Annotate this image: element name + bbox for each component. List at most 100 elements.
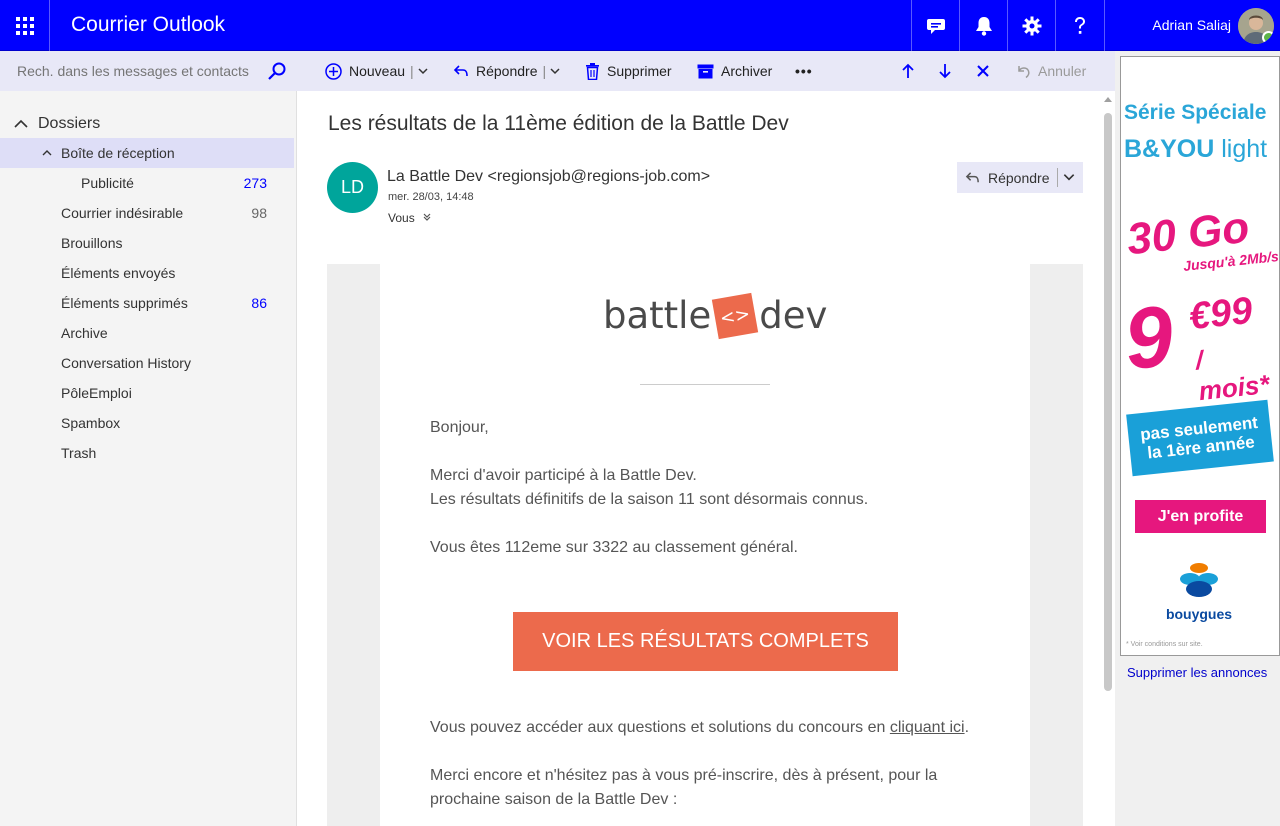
- advertisement[interactable]: Série Spéciale B&YOU light 30 Go Jusqu'à…: [1120, 56, 1280, 656]
- question-mark-icon: [1074, 16, 1085, 34]
- message-reply-button[interactable]: Répondre: [957, 162, 1083, 193]
- divider: [640, 384, 770, 385]
- folder-label: PôleEmploi: [61, 385, 132, 401]
- search-button[interactable]: [267, 61, 287, 86]
- email-body-frame: battle <> dev Bonjour, Merci d'avoir par…: [327, 264, 1083, 826]
- recipients[interactable]: Vous: [388, 211, 432, 225]
- feedback-button[interactable]: [911, 0, 959, 51]
- solutions-link[interactable]: cliquant ici: [890, 719, 965, 736]
- scroll-up-icon[interactable]: [1104, 97, 1112, 102]
- account-menu[interactable]: Adrian Saliaj: [1104, 0, 1280, 51]
- undo-button[interactable]: Annuler: [1016, 51, 1086, 91]
- access-paragraph: Vous pouvez accéder aux questions et sol…: [430, 719, 970, 736]
- unread-count: 273: [243, 175, 267, 191]
- remove-ads-link[interactable]: Supprimer les annonces: [1127, 665, 1267, 680]
- folder-inbox[interactable]: Boîte de réception: [0, 138, 294, 168]
- folder-pane: Dossiers Boîte de réception Publicité 27…: [0, 91, 297, 826]
- chevron-up-icon: [14, 119, 28, 128]
- reading-pane: Les résultats de la 11ème édition de la …: [297, 91, 1115, 826]
- chevron-up-icon[interactable]: [42, 149, 52, 157]
- help-button[interactable]: [1055, 0, 1103, 51]
- trash-icon: [586, 62, 599, 80]
- previous-message-button[interactable]: [901, 51, 915, 91]
- folder-label: Spambox: [61, 415, 121, 431]
- close-message-button[interactable]: [976, 51, 990, 91]
- search-input[interactable]: [17, 63, 267, 79]
- close-icon: [977, 65, 989, 77]
- folder-label: Éléments envoyés: [61, 265, 176, 281]
- presence-online-icon: [1262, 31, 1274, 44]
- more-actions-button[interactable]: •••: [795, 51, 813, 91]
- folder-publicite[interactable]: Publicité 273: [0, 168, 294, 198]
- folder-label: Trash: [61, 445, 97, 461]
- ad-column: Série Spéciale B&YOU light 30 Go Jusqu'à…: [1115, 51, 1280, 826]
- reply-arrow-icon: [453, 65, 468, 77]
- bouygues-logo-icon: [1180, 563, 1218, 597]
- undo-icon: [1018, 65, 1030, 78]
- folder-sent[interactable]: Éléments envoyés: [0, 258, 294, 288]
- preinscribe-line-2: prochaine saison de la Battle Dev :: [430, 791, 678, 808]
- archive-box-icon: [697, 64, 714, 78]
- ad-cta-button[interactable]: J'en profite: [1135, 500, 1266, 533]
- search-icon: [268, 62, 286, 80]
- folder-label: Courrier indésirable: [61, 205, 184, 221]
- reply-label: Répondre: [988, 169, 1050, 186]
- chevron-down-icon[interactable]: [1062, 170, 1076, 184]
- scrollbar-thumb[interactable]: [1104, 113, 1112, 691]
- body-line-1: Merci d'avoir participé à la Battle Dev.: [430, 467, 697, 484]
- ad-price-unit: / mois*: [1193, 344, 1271, 407]
- folders-header[interactable]: Dossiers: [14, 115, 100, 133]
- chat-bubble-icon: [926, 18, 945, 34]
- chevron-down-icon[interactable]: [417, 65, 429, 77]
- ad-price-cents: €99: [1186, 289, 1255, 339]
- folder-poleemploi[interactable]: PôleEmploi: [0, 378, 294, 408]
- logo-text-left: battle: [603, 294, 712, 337]
- reply-arrow-icon: [965, 172, 979, 183]
- folder-conversation-history[interactable]: Conversation History: [0, 348, 294, 378]
- unread-count: 98: [251, 205, 267, 221]
- logo-mark: <>: [712, 292, 759, 339]
- ad-price-main: 9: [1120, 287, 1178, 389]
- command-bar: Nouveau | Répondre | Supprimer A: [0, 51, 1115, 91]
- folder-junk[interactable]: Courrier indésirable 98: [0, 198, 294, 228]
- avatar[interactable]: [1238, 8, 1274, 44]
- undo-label: Annuler: [1038, 63, 1087, 79]
- folder-label: Publicité: [81, 175, 134, 191]
- user-name[interactable]: Adrian Saliaj: [1152, 17, 1231, 33]
- settings-button[interactable]: [1007, 0, 1055, 51]
- ad-fine-print: * Voir conditions sur site.: [1126, 641, 1203, 648]
- next-message-button[interactable]: [938, 51, 952, 91]
- app-launcher-button[interactable]: [0, 0, 50, 51]
- view-results-button[interactable]: VOIR LES RÉSULTATS COMPLETS: [513, 612, 898, 671]
- new-message-button[interactable]: Nouveau |: [325, 51, 429, 91]
- email-body: battle <> dev Bonjour, Merci d'avoir par…: [380, 264, 1030, 826]
- folder-deleted[interactable]: Éléments supprimés 86: [0, 288, 294, 318]
- bouygues-logo: bouygues: [1159, 561, 1239, 622]
- gear-icon: [1022, 16, 1041, 35]
- folder-label: Boîte de réception: [61, 145, 175, 161]
- new-label: Nouveau: [349, 63, 406, 79]
- folder-label: Brouillons: [61, 235, 123, 251]
- delete-button[interactable]: Supprimer: [585, 51, 672, 91]
- ranking-line: Vous êtes 112eme sur 3322 au classement …: [430, 539, 798, 556]
- app-title[interactable]: Courrier Outlook: [71, 13, 225, 37]
- folder-drafts[interactable]: Brouillons: [0, 228, 294, 258]
- reply-button[interactable]: Répondre |: [453, 51, 561, 91]
- double-chevron-down-icon: [423, 213, 431, 221]
- message-subject: Les résultats de la 11ème édition de la …: [328, 112, 789, 135]
- ad-product: B&YOU light: [1124, 135, 1268, 163]
- battle-dev-logo: battle <> dev: [603, 292, 827, 339]
- reading-pane-scrollbar[interactable]: [1101, 91, 1115, 826]
- folder-spambox[interactable]: Spambox: [0, 408, 294, 438]
- archive-button[interactable]: Archiver: [697, 51, 772, 91]
- unread-count: 86: [251, 295, 267, 311]
- folder-trash[interactable]: Trash: [0, 438, 294, 468]
- chevron-down-icon[interactable]: [549, 65, 561, 77]
- sender-name[interactable]: La Battle Dev <regionsjob@regions-job.co…: [387, 168, 710, 186]
- notifications-button[interactable]: [959, 0, 1007, 51]
- folder-archive[interactable]: Archive: [0, 318, 294, 348]
- arrow-up-icon: [902, 63, 914, 78]
- arrow-down-icon: [939, 64, 951, 79]
- greeting: Bonjour,: [430, 419, 489, 436]
- sender-avatar[interactable]: LD: [327, 162, 378, 213]
